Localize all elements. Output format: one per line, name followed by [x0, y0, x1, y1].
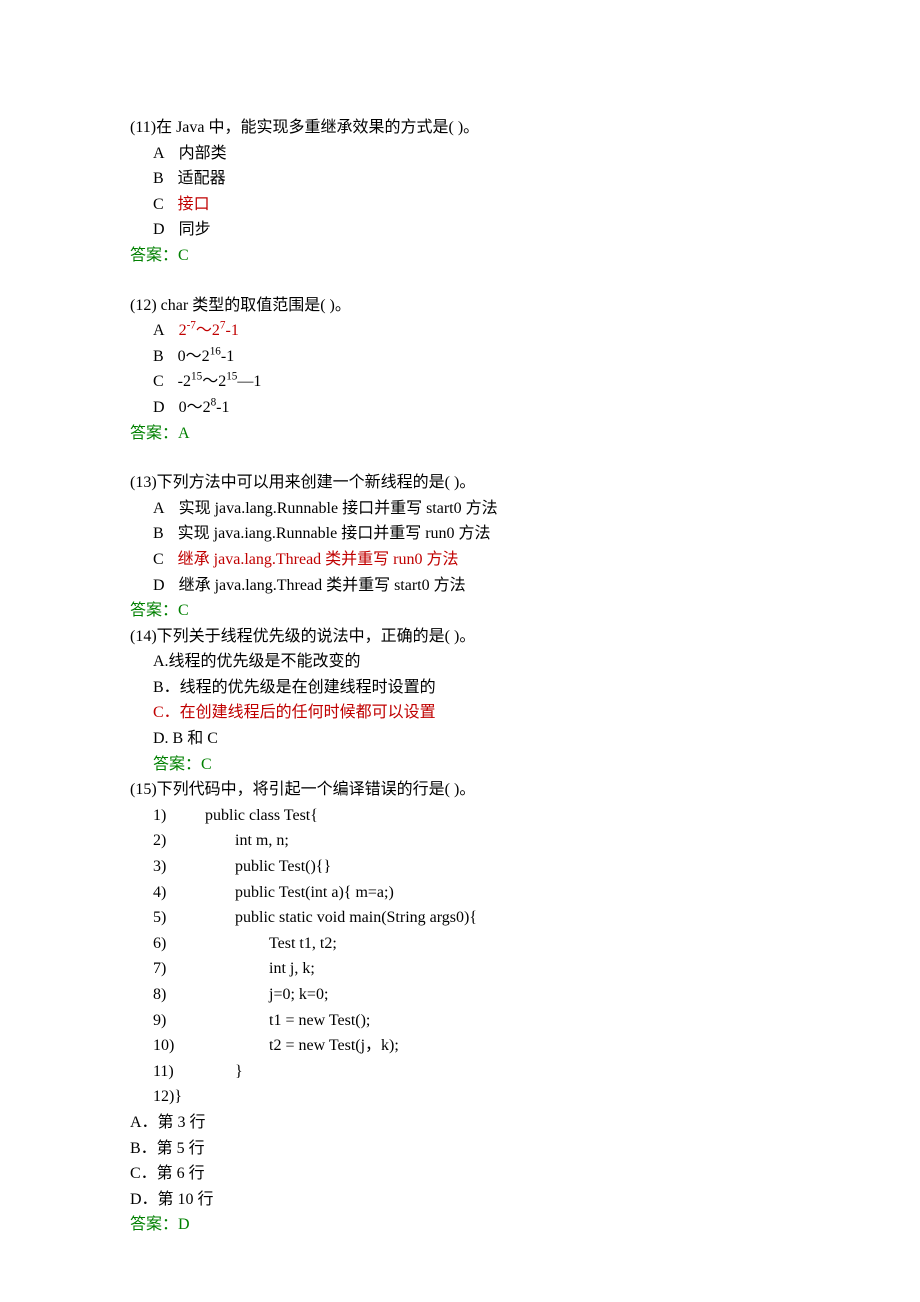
q13-opt-a: A实现 java.lang.Runnable 接口并重写 start0 方法	[130, 496, 790, 522]
q13-opt-b: B实现 java.iang.Runnable 接口并重写 run0 方法	[130, 521, 790, 547]
option-text: 2-7～27-1	[179, 322, 239, 339]
option-letter: D	[130, 217, 179, 243]
q14-opt-b: B．线程的优先级是在创建线程时设置的	[130, 675, 790, 701]
spacer	[130, 446, 790, 470]
code-line-9: 9)t1 = new Test();	[130, 1008, 790, 1034]
code-line-2: 2)int m, n;	[130, 828, 790, 854]
question-15: (15)下列代码中，将引起一个编译错误的行是( )。 1)public clas…	[130, 777, 790, 1238]
q15-opt-c: C．第 6 行	[130, 1161, 790, 1187]
q14-stem: (14)下列关于线程优先级的说法中，正确的是( )。	[130, 624, 790, 650]
q14-answer: 答案：C	[130, 752, 790, 778]
q14-opt-a: A.线程的优先级是不能改变的	[130, 649, 790, 675]
option-letter: C	[130, 369, 178, 395]
option-letter: C	[130, 547, 178, 573]
q13-answer: 答案：C	[130, 598, 790, 624]
question-11: (11)在 Java 中，能实现多重继承效果的方式是( )。 A内部类 B适配器…	[130, 115, 790, 269]
spacer	[130, 269, 790, 293]
option-text: 继承 java.lang.Thread 类并重写 run0 方法	[178, 551, 459, 568]
question-14: (14)下列关于线程优先级的说法中，正确的是( )。 A.线程的优先级是不能改变…	[130, 624, 790, 778]
code-line-1: 1)public class Test{	[130, 803, 790, 829]
option-letter: C	[130, 192, 178, 218]
option-text: 实现 java.iang.Runnable 接口并重写 run0 方法	[178, 525, 491, 542]
q13-opt-c: C继承 java.lang.Thread 类并重写 run0 方法	[130, 547, 790, 573]
q11-stem: (11)在 Java 中，能实现多重继承效果的方式是( )。	[130, 115, 790, 141]
q11-answer: 答案：C	[130, 243, 790, 269]
q14-opt-d: D. B 和 C	[130, 726, 790, 752]
q15-opt-a: A．第 3 行	[130, 1110, 790, 1136]
q15-stem: (15)下列代码中，将引起一个编译错误的行是( )。	[130, 777, 790, 803]
q11-opt-d: D同步	[130, 217, 790, 243]
option-text: 0～28-1	[179, 399, 230, 416]
code-line-10: 10)t2 = new Test(j，k);	[130, 1033, 790, 1059]
code-line-7: 7)int j, k;	[130, 956, 790, 982]
code-line-5: 5)public static void main(String args0){	[130, 905, 790, 931]
option-text: 同步	[179, 221, 211, 238]
option-text: 实现 java.lang.Runnable 接口并重写 start0 方法	[179, 500, 498, 517]
option-letter: B	[130, 521, 178, 547]
q13-opt-d: D继承 java.lang.Thread 类并重写 start0 方法	[130, 573, 790, 599]
code-line-11: 11)}	[130, 1059, 790, 1085]
q11-opt-b: B适配器	[130, 166, 790, 192]
question-13: (13)下列方法中可以用来创建一个新线程的是( )。 A实现 java.lang…	[130, 470, 790, 624]
option-text: 0～216-1	[178, 348, 235, 365]
option-text: 内部类	[179, 145, 227, 162]
code-line-12: 12)}	[130, 1084, 790, 1110]
option-letter: D	[130, 395, 179, 421]
option-letter: A	[130, 496, 179, 522]
option-letter: A	[130, 141, 179, 167]
code-line-3: 3)public Test(){}	[130, 854, 790, 880]
code-line-6: 6)Test t1, t2;	[130, 931, 790, 957]
q12-answer: 答案：A	[130, 421, 790, 447]
q12-opt-b: B0～216-1	[130, 344, 790, 370]
option-letter: B	[130, 344, 178, 370]
option-text: 继承 java.lang.Thread 类并重写 start0 方法	[179, 577, 466, 594]
q12-opt-a: A2-7～27-1	[130, 318, 790, 344]
q11-opt-a: A内部类	[130, 141, 790, 167]
q15-opt-b: B．第 5 行	[130, 1136, 790, 1162]
q13-stem: (13)下列方法中可以用来创建一个新线程的是( )。	[130, 470, 790, 496]
question-12: (12) char 类型的取值范围是( )。 A2-7～27-1 B0～216-…	[130, 293, 790, 447]
q15-opt-d: D．第 10 行	[130, 1187, 790, 1213]
code-line-4: 4)public Test(int a){ m=a;)	[130, 880, 790, 906]
option-text: 接口	[178, 196, 210, 213]
code-line-8: 8)j=0; k=0;	[130, 982, 790, 1008]
q15-answer: 答案：D	[130, 1212, 790, 1238]
option-text: -215～215—1	[178, 373, 262, 390]
option-letter: B	[130, 166, 178, 192]
option-text: 适配器	[178, 170, 226, 187]
q12-opt-c: C-215～215—1	[130, 369, 790, 395]
q12-stem: (12) char 类型的取值范围是( )。	[130, 293, 790, 319]
option-letter: A	[130, 318, 179, 344]
q11-opt-c: C接口	[130, 192, 790, 218]
q14-opt-c: C．在创建线程后的任何时候都可以设置	[130, 700, 790, 726]
q12-opt-d: D0～28-1	[130, 395, 790, 421]
option-letter: D	[130, 573, 179, 599]
